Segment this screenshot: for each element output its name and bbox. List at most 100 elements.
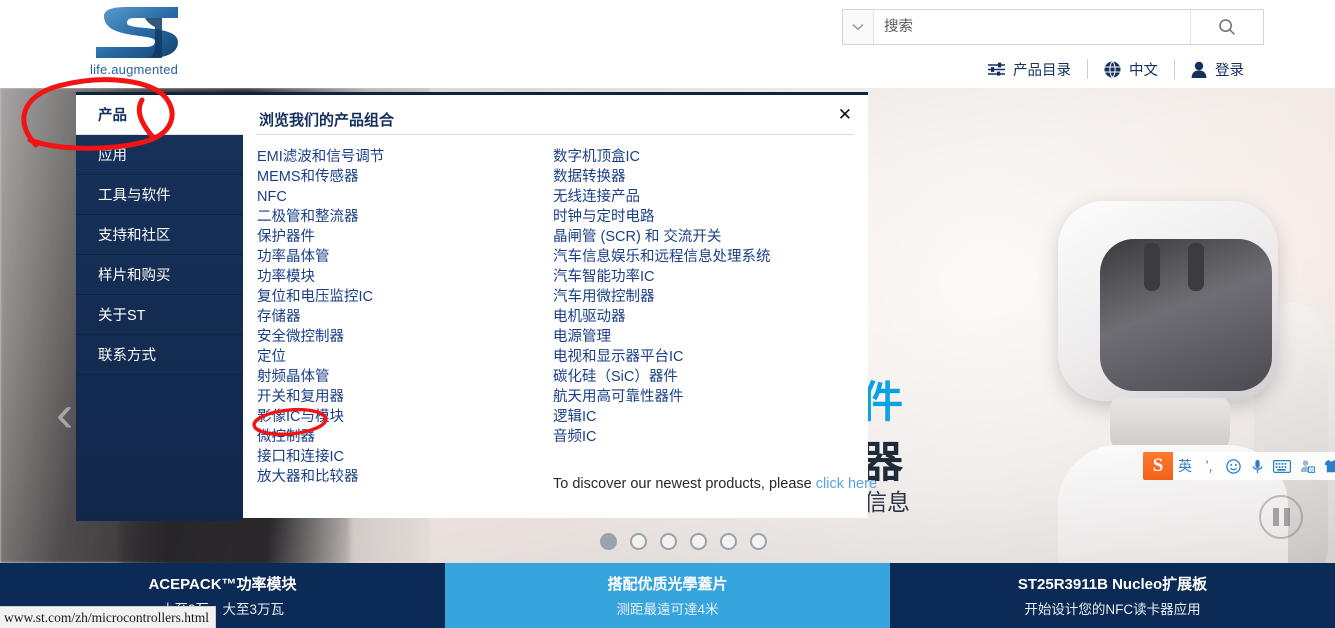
product-category-link[interactable]: 数据转换器 [553,167,853,187]
svg-text:9: 9 [1310,467,1313,472]
carousel-dot-4[interactable] [690,533,707,550]
sidebar-item-label: 工具与软件 [98,188,171,204]
product-category-link[interactable]: 放大器和比较器 [257,467,537,487]
promo-tile-optical-cover[interactable]: 搭配优质光學蓋片 测距最遠可達4米 [445,563,890,628]
product-category-link[interactable]: 影像IC与模块 [257,407,537,427]
robot-eye-left [1144,243,1160,291]
product-category-link[interactable]: 汽车智能功率IC [553,267,853,287]
product-category-link[interactable]: 安全微控制器 [257,327,537,347]
search-scope-dropdown[interactable] [843,10,874,44]
product-category-link[interactable]: 定位 [257,347,537,367]
globe-icon [1104,60,1121,78]
util-item-label: 中文 [1129,62,1158,79]
product-category-link[interactable]: 电机驱动器 [553,307,853,327]
sidebar-item-products[interactable]: 产品 [76,95,243,135]
util-item-language[interactable]: 中文 [1088,58,1174,80]
product-category-link[interactable]: 二极管和整流器 [257,207,537,227]
chinese-english-toggle-icon[interactable]: 英 [1173,452,1197,480]
product-category-link[interactable]: 存储器 [257,307,537,327]
screenshot-icon[interactable]: 9 [1295,452,1319,480]
chevron-down-icon [852,24,864,31]
browser-status-bar-url: www.st.com/zh/microcontrollers.html [0,606,216,628]
sogou-logo-icon[interactable]: S [1143,452,1173,480]
product-category-link[interactable]: EMI滤波和信号调节 [257,147,537,167]
skin-shirt-icon[interactable] [1319,452,1335,480]
panel-title: 浏览我们的产品组合 [259,112,395,129]
promo-subtitle: 测距最遠可達4米 [616,602,719,617]
search-bar[interactable] [842,9,1264,45]
product-category-link[interactable]: 晶闸管 (SCR) 和 交流开关 [553,227,853,247]
product-category-link[interactable]: 汽车用微控制器 [553,287,853,307]
user-icon [1191,61,1207,78]
sidebar-item-label: 样片和购买 [98,268,171,284]
product-category-link[interactable]: 时钟与定时电路 [553,207,853,227]
product-category-link[interactable]: 音频IC [553,427,853,447]
robot-head [1058,201,1278,401]
util-item-label: 产品目录 [1013,62,1071,79]
product-category-link[interactable]: 开关和复用器 [257,387,537,407]
pause-icon [1272,508,1279,526]
sidebar-item-contact[interactable]: 联系方式 [76,335,243,375]
search-icon [1219,19,1235,35]
product-category-column-left: EMI滤波和信号调节 MEMS和传感器 NFC 二极管和整流器 保护器件 功率晶体管 功率模… [257,147,537,487]
product-category-link[interactable]: 复位和电压监控IC [257,287,537,307]
product-category-link[interactable]: 逻辑IC [553,407,853,427]
product-category-link[interactable]: 汽车信息娱乐和远程信息处理系统 [553,247,853,267]
robot-eye-right [1188,243,1204,291]
carousel-dot-5[interactable] [720,533,737,550]
carousel-dot-1[interactable] [600,533,617,550]
product-category-link[interactable]: 功率晶体管 [257,247,537,267]
panel-footnote: To discover our newest products, please … [553,476,877,492]
close-icon[interactable]: ✕ [838,106,852,123]
product-category-link[interactable]: 保护器件 [257,227,537,247]
promo-title: ST25R3911B Nucleo扩展板 [1017,576,1208,593]
carousel-prev-arrow[interactable]: ‹ [56,388,73,440]
st-logo-mark [96,7,178,58]
punctuation-icon[interactable]: ʼ, [1197,452,1221,480]
product-category-link[interactable]: 微控制器 [257,427,537,447]
sidebar-item-about-st[interactable]: 关于ST [76,295,243,335]
product-category-link[interactable]: 碳化硅（SiC）器件 [553,367,853,387]
promo-title: ACEPACK™功率模块 [148,576,297,593]
product-category-link[interactable]: 接口和连接IC [257,447,537,467]
sidebar-item-applications[interactable]: 应用 [76,135,243,175]
sidebar-item-samples-buy[interactable]: 样片和购买 [76,255,243,295]
product-category-link[interactable]: MEMS和传感器 [257,167,537,187]
promo-subtitle: 开始设计您的NFC读卡器应用 [1024,602,1201,617]
carousel-dots[interactable] [600,533,767,550]
search-input[interactable] [874,10,1190,44]
site-header: life.augmented 产品目录 [0,0,1335,88]
product-category-link[interactable]: 电源管理 [553,327,853,347]
robot-face-screen [1100,239,1272,391]
product-category-link[interactable]: 数字机顶盒IC [553,147,853,167]
promo-tile-st25r3911b[interactable]: ST25R3911B Nucleo扩展板 开始设计您的NFC读卡器应用 [890,563,1335,628]
carousel-dot-2[interactable] [630,533,647,550]
util-item-login[interactable]: 登录 [1175,58,1260,80]
keyboard-icon[interactable] [1269,452,1295,480]
search-submit-button[interactable] [1190,10,1263,44]
product-category-link[interactable]: 功率模块 [257,267,537,287]
utility-nav: 产品目录 中文 登录 [972,56,1260,82]
microphone-icon[interactable] [1245,452,1269,480]
panel-divider [257,134,854,135]
carousel-dot-6[interactable] [750,533,767,550]
product-category-link[interactable]: NFC [257,187,537,207]
product-category-link[interactable]: 射频晶体管 [257,367,537,387]
sidebar-item-label: 关于ST [98,308,146,324]
st-logo[interactable]: life.augmented [88,6,198,78]
carousel-pause-button[interactable] [1259,495,1303,539]
panel-footnote-link[interactable]: click here [816,476,877,492]
product-category-link[interactable]: 电视和显示器平台IC [553,347,853,367]
main-nav-sidebar: 产品 应用 工具与软件 支持和社区 样片和购买 关于ST 联系方式 [76,92,243,521]
sidebar-item-support-community[interactable]: 支持和社区 [76,215,243,255]
product-category-link[interactable]: 无线连接产品 [553,187,853,207]
products-mega-menu-panel: 浏览我们的产品组合 ✕ EMI滤波和信号调节 MEMS和传感器 NFC 二极管和整流器… [243,92,877,518]
sogou-ime-toolbar[interactable]: S 英 ʼ, 9 [1143,452,1335,480]
emoji-icon[interactable] [1221,452,1245,480]
product-category-column-right: 数字机顶盒IC 数据转换器 无线连接产品 时钟与定时电路 晶闸管 (SCR) 和 交流开… [553,147,853,447]
util-item-product-catalog[interactable]: 产品目录 [972,58,1087,80]
sidebar-item-tools-software[interactable]: 工具与软件 [76,175,243,215]
panel-footnote-text: To discover our newest products, please [553,476,812,492]
carousel-dot-3[interactable] [660,533,677,550]
product-category-link[interactable]: 航天用高可靠性器件 [553,387,853,407]
